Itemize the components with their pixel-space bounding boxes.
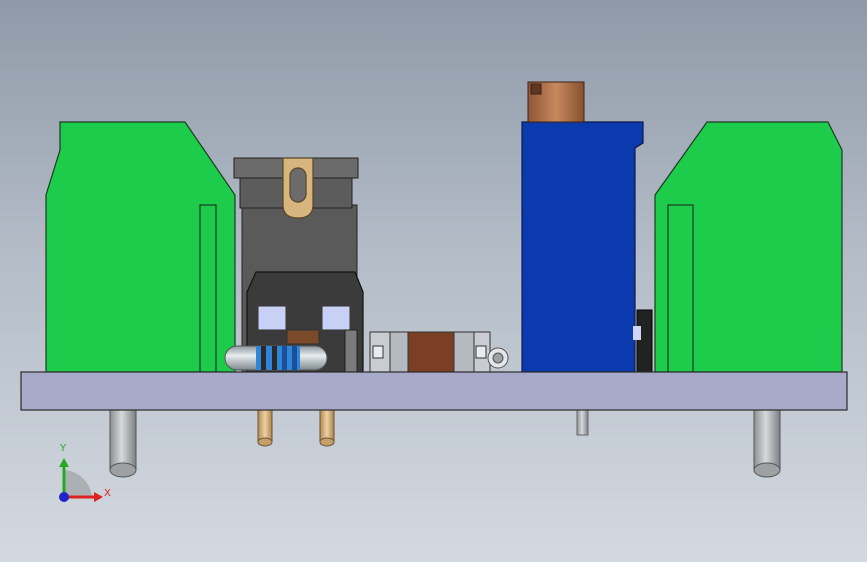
mounting-pin-left[interactable] [109, 409, 137, 478]
x-axis-arrow-icon [94, 492, 103, 502]
graphics-viewport[interactable]: Y X [0, 0, 867, 562]
blue-capacitor[interactable] [521, 121, 653, 373]
pcb-board[interactable] [20, 371, 848, 411]
capacitor-lead[interactable] [576, 409, 589, 436]
regulator-lead-right[interactable] [319, 409, 335, 447]
y-axis-arrow-icon [59, 458, 69, 467]
z-axis-dot-icon [59, 492, 69, 502]
terminal-block-right[interactable] [654, 121, 843, 373]
copper-knob[interactable] [527, 81, 585, 123]
terminal-block-left[interactable] [45, 121, 236, 373]
mounting-pin-right[interactable] [753, 409, 781, 478]
voltage-regulator[interactable] [233, 157, 364, 373]
coordinate-triad [59, 458, 103, 502]
inductor[interactable] [369, 331, 509, 373]
regulator-lead-left[interactable] [257, 409, 273, 447]
resistor[interactable] [224, 345, 328, 371]
x-axis-label: X [104, 488, 111, 499]
y-axis-label: Y [60, 443, 67, 454]
model-scene[interactable] [0, 0, 867, 562]
